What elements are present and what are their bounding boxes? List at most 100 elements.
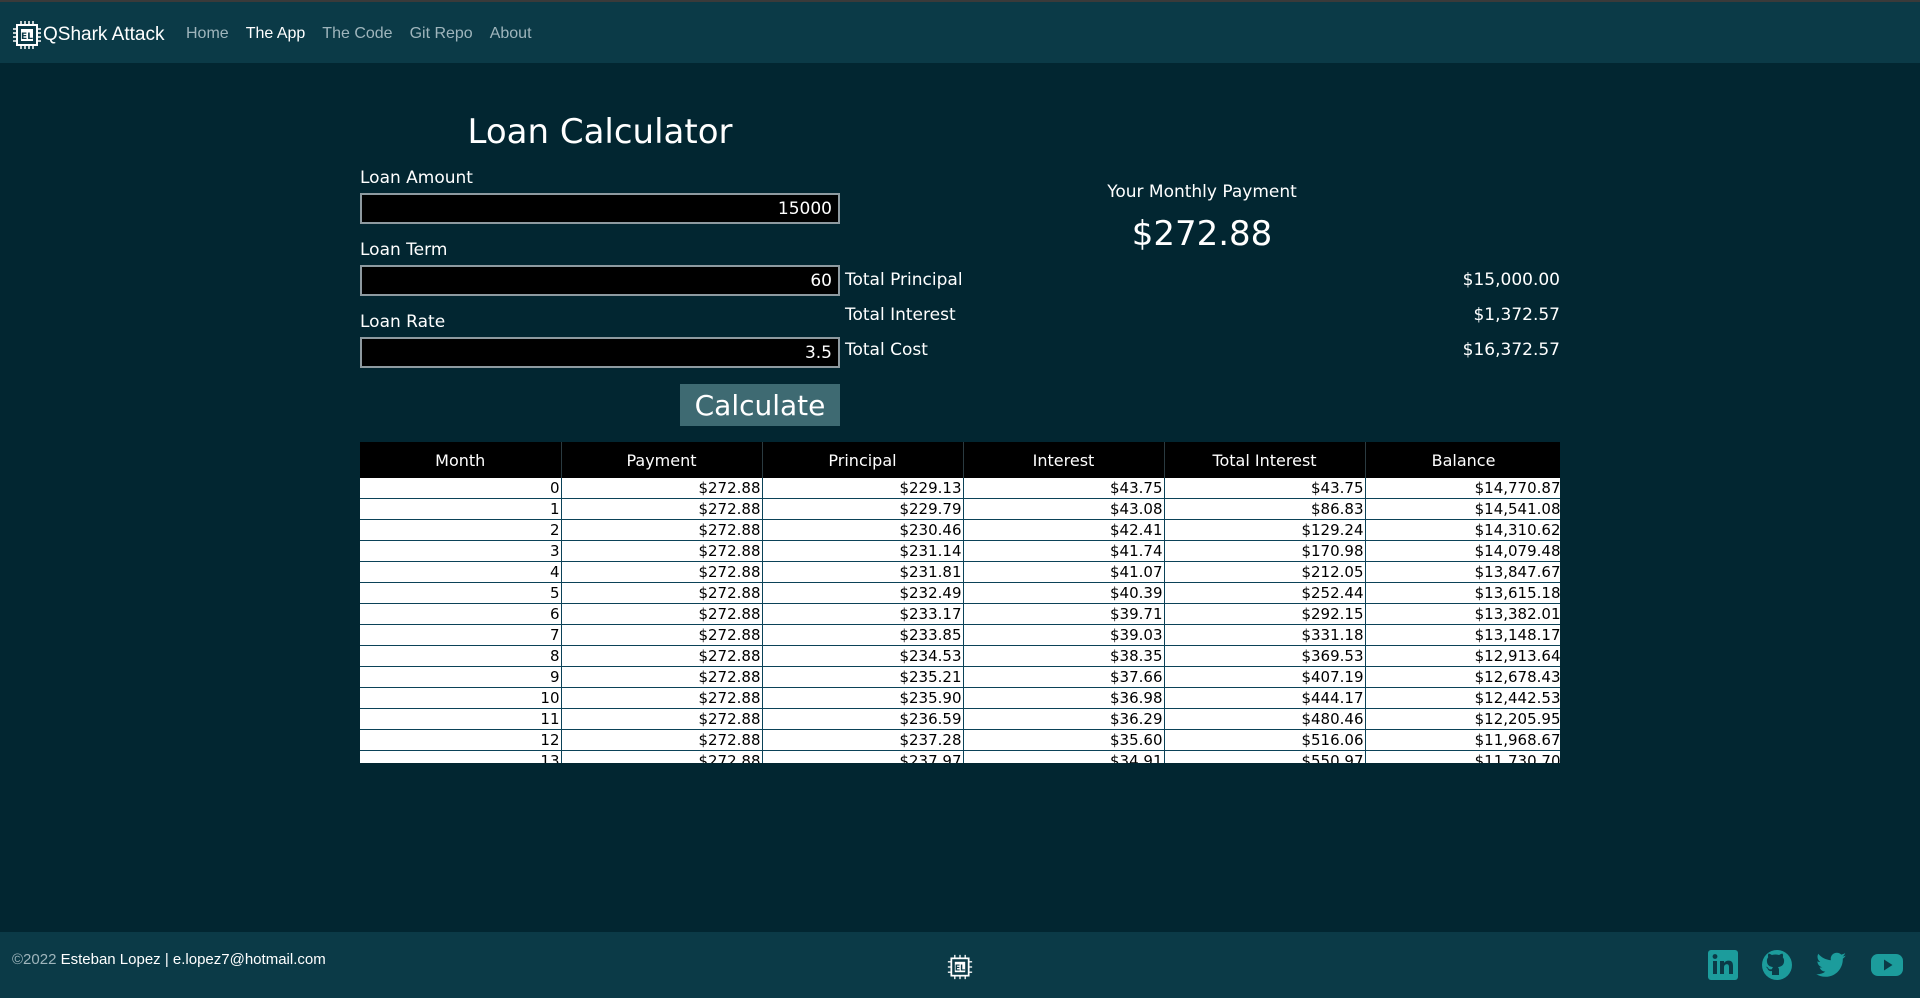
cell-payment: $272.88 bbox=[561, 687, 763, 709]
table-row: 4 $272.88 $231.81 $41.07 $212.05 $13,847.67 bbox=[360, 561, 1560, 583]
linkedin-icon[interactable] bbox=[1706, 948, 1740, 982]
loan-amount-label: Loan Amount bbox=[360, 168, 473, 188]
cell-payment: $272.88 bbox=[561, 624, 763, 646]
table-body: 0 $272.88 $229.13 $43.75 $43.75 $14,770.87 1 $2… bbox=[360, 478, 1560, 763]
cell-interest: $41.74 bbox=[963, 540, 1165, 562]
cell-balance: $14,770.87 bbox=[1365, 478, 1560, 499]
github-icon[interactable] bbox=[1760, 948, 1794, 982]
cell-interest: $36.98 bbox=[963, 687, 1165, 709]
copyright-year: ©2022 bbox=[12, 951, 57, 968]
cell-principal: $232.49 bbox=[762, 582, 964, 604]
cell-payment: $272.88 bbox=[561, 645, 763, 667]
cell-payment: $272.88 bbox=[561, 478, 763, 499]
cell-month: 13 bbox=[360, 750, 562, 763]
cell-total-interest: $369.53 bbox=[1164, 645, 1366, 667]
total-principal-value: $15,000.00 bbox=[1462, 270, 1560, 290]
monthly-payment-value: $272.88 bbox=[1131, 214, 1273, 254]
twitter-icon[interactable] bbox=[1814, 948, 1848, 982]
author-info: Esteban Lopez | e.lopez7@hotmail.com bbox=[60, 951, 326, 968]
cell-balance: $14,541.08 bbox=[1365, 498, 1560, 520]
loan-term-input[interactable] bbox=[360, 265, 840, 296]
cell-interest: $36.29 bbox=[963, 708, 1165, 730]
monthly-payment-label: Your Monthly Payment bbox=[1107, 182, 1297, 202]
page-title: Loan Calculator bbox=[467, 112, 733, 152]
table-row: 12 $272.88 $237.28 $35.60 $516.06 $11,968.67 bbox=[360, 729, 1560, 751]
table-row: 7 $272.88 $233.85 $39.03 $331.18 $13,148.17 bbox=[360, 624, 1560, 646]
cell-month: 11 bbox=[360, 708, 562, 730]
cell-balance: $14,310.62 bbox=[1365, 519, 1560, 541]
cell-total-interest: $292.15 bbox=[1164, 603, 1366, 625]
total-principal-label: Total Principal bbox=[845, 270, 963, 290]
cell-total-interest: $43.75 bbox=[1164, 478, 1366, 499]
col-header-balance: Balance bbox=[1365, 442, 1560, 478]
cell-month: 5 bbox=[360, 582, 562, 604]
youtube-icon[interactable] bbox=[1870, 948, 1904, 982]
calculate-button[interactable]: Calculate bbox=[680, 384, 840, 426]
cell-balance: $12,205.95 bbox=[1365, 708, 1560, 730]
cell-interest: $40.39 bbox=[963, 582, 1165, 604]
cell-payment: $272.88 bbox=[561, 729, 763, 751]
cell-interest: $42.41 bbox=[963, 519, 1165, 541]
cell-interest: $39.71 bbox=[963, 603, 1165, 625]
cell-interest: $43.75 bbox=[963, 478, 1165, 499]
cell-month: 10 bbox=[360, 687, 562, 709]
nav-home[interactable]: Home bbox=[186, 25, 229, 43]
cell-month: 2 bbox=[360, 519, 562, 541]
total-cost-value: $16,372.57 bbox=[1462, 340, 1560, 360]
cell-month: 4 bbox=[360, 561, 562, 583]
cell-principal: $233.17 bbox=[762, 603, 964, 625]
cell-month: 3 bbox=[360, 540, 562, 562]
nav-git-repo[interactable]: Git Repo bbox=[410, 25, 473, 43]
cell-principal: $237.28 bbox=[762, 729, 964, 751]
nav-about[interactable]: About bbox=[490, 25, 532, 43]
loan-rate-label: Loan Rate bbox=[360, 312, 446, 332]
loan-rate-input[interactable] bbox=[360, 337, 840, 368]
total-cost-label: Total Cost bbox=[845, 340, 928, 360]
total-interest-label: Total Interest bbox=[845, 305, 956, 325]
nav-the-app[interactable]: The App bbox=[246, 25, 306, 43]
col-header-month: Month bbox=[360, 442, 562, 478]
cell-payment: $272.88 bbox=[561, 708, 763, 730]
cell-payment: $272.88 bbox=[561, 498, 763, 520]
cell-total-interest: $331.18 bbox=[1164, 624, 1366, 646]
table-row: 5 $272.88 $232.49 $40.39 $252.44 $13,615.18 bbox=[360, 582, 1560, 604]
loan-term-label: Loan Term bbox=[360, 240, 448, 260]
cell-interest: $37.66 bbox=[963, 666, 1165, 688]
chip-logo-icon: EL bbox=[13, 21, 41, 49]
nav-the-code[interactable]: The Code bbox=[322, 25, 392, 43]
cell-month: 1 bbox=[360, 498, 562, 520]
cell-balance: $12,442.53 bbox=[1365, 687, 1560, 709]
cell-principal: $235.90 bbox=[762, 687, 964, 709]
copyright: ©2022 Esteban Lopez | e.lopez7@hotmail.c… bbox=[12, 951, 326, 968]
cell-month: 7 bbox=[360, 624, 562, 646]
brand-name[interactable]: QShark Attack bbox=[43, 24, 164, 46]
cell-balance: $12,678.43 bbox=[1365, 666, 1560, 688]
svg-text:EL: EL bbox=[21, 32, 33, 42]
table-header-row: Month Payment Principal Interest Total I… bbox=[360, 442, 1560, 478]
cell-balance: $11,968.67 bbox=[1365, 729, 1560, 751]
col-header-total-interest: Total Interest bbox=[1164, 442, 1366, 478]
table-row: 2 $272.88 $230.46 $42.41 $129.24 $14,310.62 bbox=[360, 519, 1560, 541]
cell-interest: $35.60 bbox=[963, 729, 1165, 751]
cell-total-interest: $252.44 bbox=[1164, 582, 1366, 604]
cell-principal: $231.81 bbox=[762, 561, 964, 583]
cell-interest: $41.07 bbox=[963, 561, 1165, 583]
cell-payment: $272.88 bbox=[561, 519, 763, 541]
amortization-table[interactable]: Month Payment Principal Interest Total I… bbox=[360, 442, 1560, 763]
cell-interest: $38.35 bbox=[963, 645, 1165, 667]
cell-total-interest: $86.83 bbox=[1164, 498, 1366, 520]
loan-amount-input[interactable] bbox=[360, 193, 840, 224]
cell-principal: $234.53 bbox=[762, 645, 964, 667]
cell-payment: $272.88 bbox=[561, 540, 763, 562]
table-row: 6 $272.88 $233.17 $39.71 $292.15 $13,382.01 bbox=[360, 603, 1560, 625]
col-header-principal: Principal bbox=[762, 442, 964, 478]
cell-interest: $34.91 bbox=[963, 750, 1165, 763]
cell-total-interest: $170.98 bbox=[1164, 540, 1366, 562]
cell-balance: $13,847.67 bbox=[1365, 561, 1560, 583]
brand[interactable]: EL QShark Attack bbox=[12, 20, 164, 50]
cell-principal: $237.97 bbox=[762, 750, 964, 763]
cell-balance: $14,079.48 bbox=[1365, 540, 1560, 562]
cell-month: 0 bbox=[360, 478, 562, 499]
cell-month: 9 bbox=[360, 666, 562, 688]
table-row: 10 $272.88 $235.90 $36.98 $444.17 $12,442.53 bbox=[360, 687, 1560, 709]
